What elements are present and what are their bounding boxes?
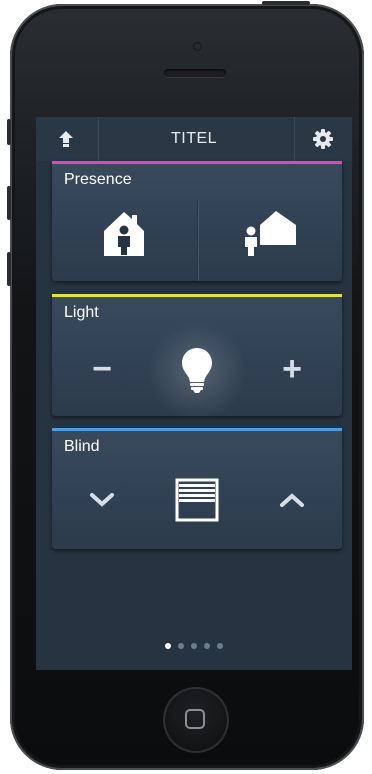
home-presence-button[interactable]: [52, 197, 197, 281]
blind-stop-button[interactable]: [167, 474, 227, 528]
blind-card: Blind: [52, 428, 342, 549]
light-accent-bar: [52, 294, 342, 297]
page-dot[interactable]: [204, 643, 210, 649]
light-decrease-button[interactable]: −: [72, 344, 132, 394]
power-button: [262, 1, 310, 5]
volume-up-button: [7, 186, 11, 220]
page-dot[interactable]: [165, 643, 171, 649]
blind-down-button[interactable]: [72, 478, 132, 522]
front-camera: [193, 42, 202, 51]
settings-button[interactable]: [309, 125, 337, 153]
person-at-home-icon: [104, 212, 144, 256]
window-blind-icon: [175, 478, 219, 522]
home-button[interactable]: [163, 687, 229, 753]
chevron-down-icon: [90, 493, 114, 507]
earpiece-speaker: [164, 69, 226, 77]
light-toggle-button[interactable]: [167, 339, 227, 399]
app-screen: TITEL Presence Light − + Blind: [36, 117, 352, 670]
gear-icon: [313, 129, 333, 149]
light-label: Light: [64, 304, 99, 321]
blind-up-button[interactable]: [262, 478, 322, 522]
page-title: TITEL: [170, 130, 218, 147]
blind-accent-bar: [52, 428, 342, 431]
chevron-up-icon: [280, 493, 304, 507]
presence-label: Presence: [64, 171, 132, 188]
page-dot[interactable]: [178, 643, 184, 649]
away-presence-button[interactable]: [198, 197, 342, 281]
plus-icon: +: [282, 350, 302, 388]
page-indicator[interactable]: [36, 643, 352, 649]
light-card: Light − +: [52, 294, 342, 422]
mute-switch: [7, 119, 11, 145]
minus-icon: −: [92, 350, 112, 388]
topbar-divider-right: [294, 117, 295, 161]
blind-label: Blind: [64, 438, 100, 455]
page-dot[interactable]: [217, 643, 223, 649]
volume-down-button: [7, 252, 11, 286]
presence-card: Presence: [52, 161, 342, 281]
home-square-icon: [185, 709, 205, 729]
page-dot[interactable]: [191, 643, 197, 649]
lightbulb-icon: [182, 348, 212, 393]
presence-accent-bar: [52, 161, 342, 164]
light-increase-button[interactable]: +: [262, 344, 322, 394]
person-away-icon: [245, 211, 296, 256]
top-bar: TITEL: [36, 117, 352, 161]
